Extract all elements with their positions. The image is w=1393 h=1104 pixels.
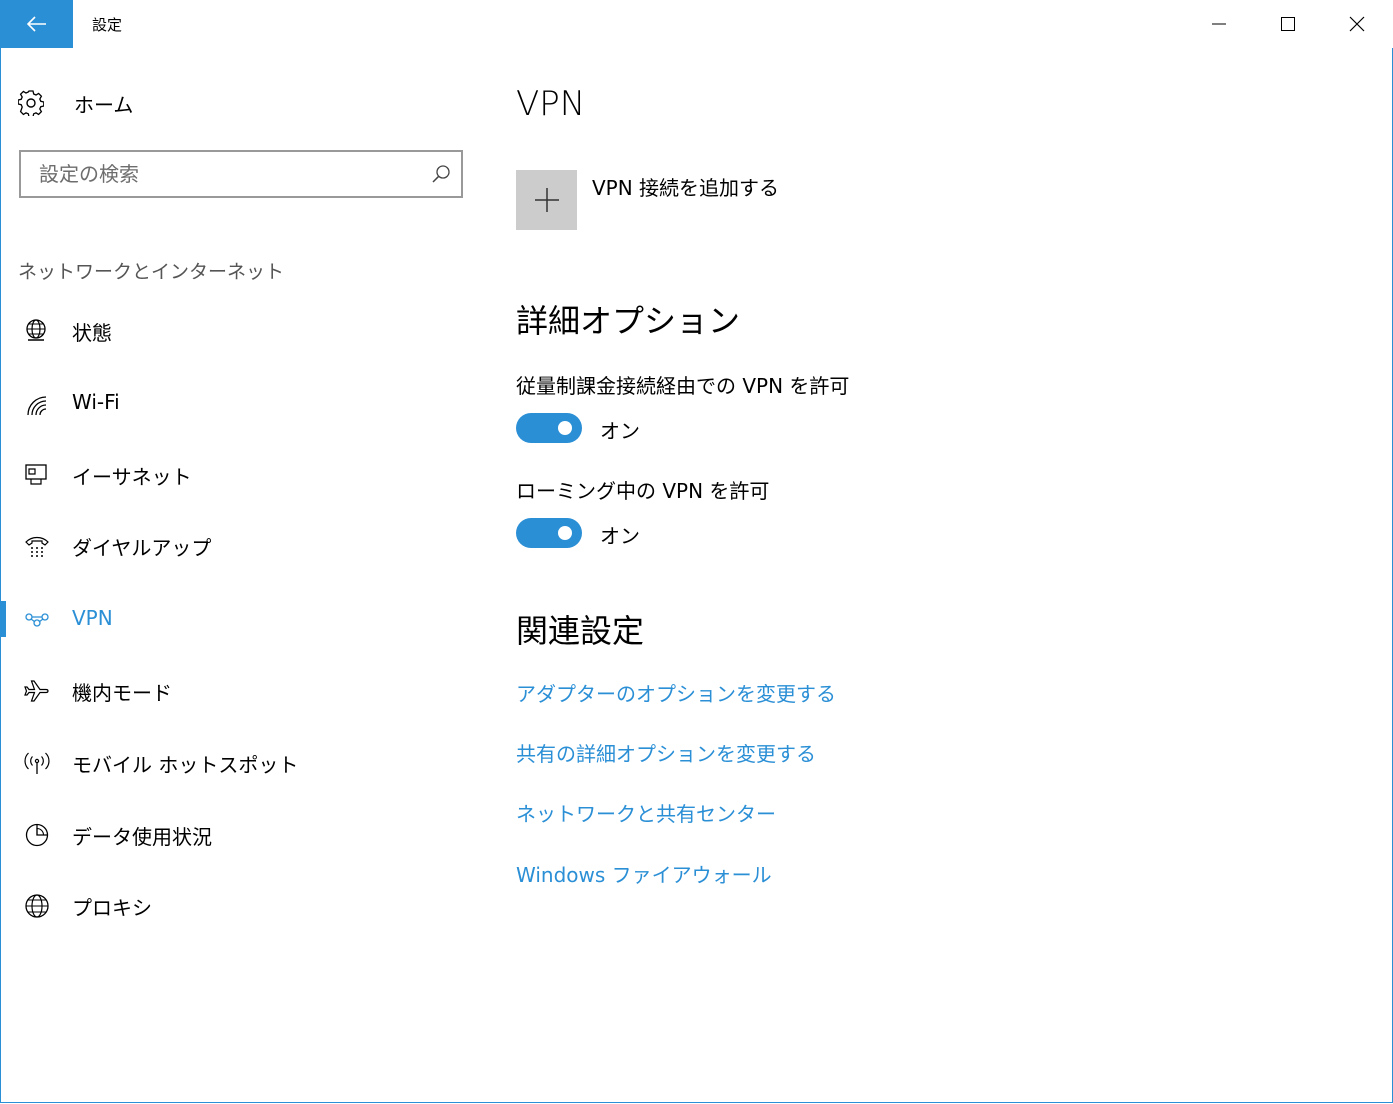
metered-vpn-label: 従量制課金接続経由での VPN を許可 — [516, 374, 850, 398]
title-bar: 設定 — [0, 0, 1393, 48]
gear-icon — [18, 90, 44, 116]
maximize-button[interactable] — [1253, 0, 1322, 48]
pie-chart-icon — [25, 823, 49, 847]
sidebar-item-proxy[interactable]: プロキシ — [0, 881, 470, 929]
close-button[interactable] — [1322, 0, 1391, 48]
advanced-sharing-link[interactable]: 共有の詳細オプションを変更する — [516, 738, 816, 767]
sidebar-item-label: 状態 — [72, 321, 112, 345]
metered-vpn-toggle[interactable] — [516, 413, 582, 443]
sidebar-item-label: データ使用状況 — [72, 825, 212, 849]
vpn-icon — [25, 613, 49, 627]
windows-firewall-link[interactable]: Windows ファイアウォール — [516, 859, 772, 888]
sidebar-item-label: VPN — [72, 606, 113, 630]
sidebar-item-label: モバイル ホットスポット — [72, 753, 299, 777]
dialup-icon — [25, 536, 49, 557]
sidebar-item-label: ダイヤルアップ — [72, 536, 212, 560]
sidebar-item-ethernet[interactable]: イーサネット — [0, 450, 470, 498]
related-settings-heading: 関連設定 — [516, 612, 645, 650]
search-input[interactable] — [21, 152, 429, 196]
advanced-options-heading: 詳細オプション — [516, 302, 741, 340]
settings-search-box[interactable] — [19, 150, 463, 198]
sidebar-item-label: プロキシ — [72, 896, 152, 920]
search-icon[interactable] — [431, 164, 451, 184]
ethernet-icon — [25, 464, 47, 485]
toggle-knob — [558, 526, 572, 540]
sidebar-item-label: 機内モード — [72, 681, 172, 705]
globe-status-icon — [26, 319, 46, 341]
add-vpn-label[interactable]: VPN 接続を追加する — [592, 172, 779, 201]
plus-icon — [534, 188, 559, 212]
sidebar-item-status[interactable]: 状態 — [0, 306, 470, 354]
wifi-icon — [27, 396, 47, 416]
home-nav-item[interactable]: ホーム — [18, 84, 133, 122]
roaming-vpn-state: オン — [600, 524, 640, 548]
sidebar-item-data-usage[interactable]: データ使用状況 — [0, 810, 470, 858]
sidebar-item-label: Wi-Fi — [72, 390, 120, 414]
sidebar-item-dialup[interactable]: ダイヤルアップ — [0, 521, 470, 569]
sidebar-item-wifi[interactable]: Wi-Fi — [0, 379, 470, 427]
sidebar-item-label: イーサネット — [72, 465, 192, 489]
selection-indicator — [0, 601, 6, 637]
minimize-icon — [1211, 23, 1226, 25]
globe-icon — [25, 894, 49, 918]
close-icon — [1349, 16, 1364, 32]
sidebar-item-airplane-mode[interactable]: 機内モード — [0, 666, 470, 714]
airplane-icon — [24, 680, 49, 702]
minimize-button[interactable] — [1184, 0, 1253, 48]
network-sharing-center-link[interactable]: ネットワークと共有センター — [516, 798, 776, 827]
home-label: ホーム — [74, 92, 134, 117]
hotspot-icon — [24, 752, 50, 774]
page-title: VPN — [516, 84, 586, 124]
adapter-options-link[interactable]: アダプターのオプションを変更する — [516, 678, 836, 707]
window-title: 設定 — [92, 16, 123, 34]
back-button[interactable] — [0, 0, 73, 48]
maximize-icon — [1280, 17, 1295, 31]
arrow-left-icon — [26, 16, 46, 32]
roaming-vpn-toggle[interactable] — [516, 518, 582, 548]
section-label: ネットワークとインターネット — [18, 261, 285, 283]
toggle-knob — [558, 421, 572, 435]
sidebar-item-mobile-hotspot[interactable]: モバイル ホットスポット — [0, 738, 470, 786]
metered-vpn-state: オン — [600, 419, 640, 443]
roaming-vpn-label: ローミング中の VPN を許可 — [516, 479, 770, 503]
add-vpn-button[interactable] — [516, 170, 577, 230]
sidebar-item-vpn[interactable]: VPN — [0, 595, 470, 643]
